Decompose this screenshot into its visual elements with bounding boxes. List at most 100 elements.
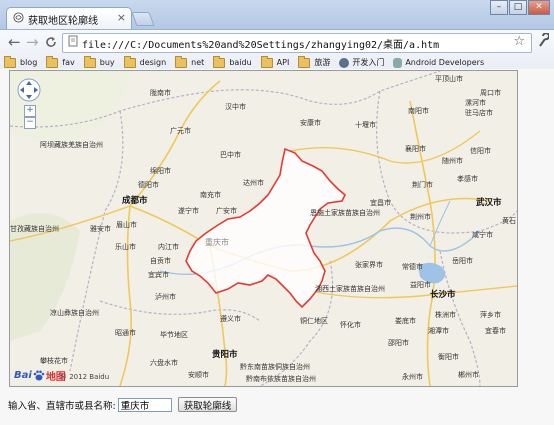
get-outline-button[interactable]: 获取轮廓线 bbox=[177, 397, 238, 412]
place-label: 十堰市 bbox=[355, 121, 376, 129]
city-input-label: 输入省、直辖市或县名称: bbox=[8, 400, 116, 412]
place-label: 安顺市 bbox=[188, 371, 209, 379]
bookmarks-bar: blog fav buy design net baidu API 旅游 开发入门 Android… bbox=[0, 55, 554, 70]
place-label: 宜昌市 bbox=[370, 199, 391, 207]
place-label: 武汉市 bbox=[476, 198, 502, 208]
place-label: 恩施土家族苗族自治州 bbox=[310, 209, 380, 217]
zoom-in-button[interactable]: + bbox=[24, 105, 36, 117]
close-window-button[interactable]: ✕ bbox=[528, 0, 550, 15]
map-copyright: © 2012 Baidu bbox=[60, 373, 110, 381]
bookmark-label: design bbox=[139, 58, 167, 67]
bookmark-item[interactable]: 旅游 bbox=[298, 55, 330, 68]
place-label: 阿坝藏族羌族自治州 bbox=[40, 141, 103, 149]
place-label: 邵阳市 bbox=[388, 339, 409, 347]
place-label: 毕节地区 bbox=[160, 331, 188, 339]
minimize-button[interactable]: – bbox=[490, 0, 508, 15]
place-label: 岳阳市 bbox=[452, 257, 473, 265]
baidu-map[interactable]: 平顶山市 陇南市 汉中市 安康市 南阳市 周口市 漯河市 驻马店市 十堰市 广元… bbox=[9, 70, 518, 387]
forward-button[interactable]: → bbox=[26, 33, 39, 51]
back-button[interactable]: ← bbox=[8, 33, 21, 51]
place-label: 湘西土家族苗族自治州 bbox=[315, 285, 385, 293]
folder-icon bbox=[46, 55, 59, 68]
bookmark-star-icon[interactable]: ☆ bbox=[513, 34, 525, 49]
place-label: 株洲市 bbox=[435, 311, 456, 319]
search-form: 输入省、直辖市或县名称: 获取轮廓线 bbox=[8, 397, 238, 412]
reload-icon[interactable] bbox=[45, 36, 57, 48]
maximize-button[interactable]: □ bbox=[509, 0, 527, 15]
bookmark-label: 开发入门 bbox=[352, 58, 385, 67]
place-label: 长沙市 bbox=[430, 290, 456, 300]
city-input[interactable] bbox=[117, 397, 172, 412]
place-label: 娄底市 bbox=[395, 317, 416, 325]
window-titlebar: 获取地区轮廓线 × – □ ✕ bbox=[0, 0, 554, 30]
place-label: 广元市 bbox=[170, 127, 191, 135]
bookmark-item[interactable]: fav bbox=[46, 55, 75, 68]
folder-icon bbox=[175, 55, 188, 68]
window-controls: – □ ✕ bbox=[490, 0, 550, 15]
place-label: 衡阳市 bbox=[438, 353, 459, 361]
bookmark-label: buy bbox=[99, 58, 115, 67]
place-label: 永州市 bbox=[402, 373, 423, 381]
place-label: 襄阳市 bbox=[405, 145, 426, 153]
tab-close-icon[interactable]: × bbox=[117, 11, 126, 24]
map-base-layer bbox=[10, 71, 517, 386]
place-label: 遂宁市 bbox=[178, 207, 199, 215]
place-label: 随州市 bbox=[442, 157, 463, 165]
place-label: 黔东南苗族侗族自治州 bbox=[240, 363, 310, 371]
folder-icon bbox=[213, 55, 226, 68]
zoom-out-button[interactable]: − bbox=[24, 117, 36, 129]
tab-title: 获取地区轮廓线 bbox=[28, 16, 98, 27]
place-label: 孝感市 bbox=[457, 175, 478, 183]
bookmark-item[interactable]: net bbox=[175, 55, 205, 68]
place-label: 贵阳市 bbox=[212, 350, 238, 360]
bookmark-label: API bbox=[276, 58, 290, 67]
place-label: 遵义市 bbox=[220, 315, 241, 323]
bookmark-item[interactable]: design bbox=[123, 55, 167, 68]
place-label: 郴州市 bbox=[458, 371, 479, 379]
place-label: 铜仁地区 bbox=[300, 317, 328, 325]
bookmark-label: Android Developers bbox=[405, 58, 485, 67]
bookmark-label: net bbox=[191, 58, 205, 67]
place-label: 南充市 bbox=[200, 191, 221, 199]
place-label: 平顶山市 bbox=[435, 75, 463, 83]
place-label: 信阳市 bbox=[470, 147, 491, 155]
url-text[interactable]: file:///C:/Documents%20and%20Settings/zh… bbox=[82, 36, 439, 51]
highway bbox=[119, 205, 132, 386]
page-info-icon[interactable] bbox=[67, 35, 79, 47]
place-label: 荆门市 bbox=[412, 181, 433, 189]
place-label: 雅安市 bbox=[90, 225, 111, 233]
place-label: 益阳市 bbox=[410, 281, 431, 289]
place-label: 自贡市 bbox=[150, 257, 171, 265]
new-tab-button[interactable] bbox=[131, 12, 155, 26]
bookmark-item[interactable]: 开发入门 bbox=[339, 57, 384, 68]
place-label: 六盘水市 bbox=[150, 359, 178, 367]
wrench-menu-icon[interactable] bbox=[537, 33, 549, 47]
map-pan-control[interactable] bbox=[17, 78, 41, 102]
bookmark-item[interactable]: blog bbox=[4, 55, 37, 68]
place-label: 荆州市 bbox=[410, 213, 431, 221]
place-label: 汉中市 bbox=[225, 103, 246, 111]
place-label: 重庆市 bbox=[205, 238, 229, 247]
bookmark-item[interactable]: API bbox=[260, 55, 290, 68]
place-label: 南阳市 bbox=[408, 107, 429, 115]
bookmark-item[interactable]: baidu bbox=[213, 55, 252, 68]
place-label: 广安市 bbox=[216, 207, 237, 215]
place-label: 攀枝花市 bbox=[40, 357, 68, 365]
place-label: 黄石 bbox=[502, 217, 516, 225]
place-label: 宜春市 bbox=[485, 327, 506, 335]
address-bar[interactable]: file:///C:/Documents%20and%20Settings/zh… bbox=[62, 33, 532, 53]
chongqing-outline[interactable] bbox=[185, 147, 346, 309]
browser-toolbar: ← → file:///C:/Documents%20and%20Setting… bbox=[0, 29, 554, 70]
folder-icon bbox=[260, 55, 273, 68]
place-label: 漯河市 bbox=[465, 99, 486, 107]
bookmark-item[interactable]: buy bbox=[83, 55, 115, 68]
folder-icon bbox=[4, 55, 16, 68]
folder-icon bbox=[123, 55, 136, 68]
place-label: 凉山彝族自治州 bbox=[50, 309, 99, 317]
place-label: 内江市 bbox=[158, 243, 179, 251]
browser-tab[interactable]: 获取地区轮廓线 × bbox=[6, 7, 132, 30]
place-label: 萍乡市 bbox=[480, 311, 501, 319]
place-label: 湘潭市 bbox=[428, 327, 449, 335]
bookmark-item[interactable]: Android Developers bbox=[393, 57, 485, 68]
place-label: 驻马店市 bbox=[465, 109, 493, 117]
